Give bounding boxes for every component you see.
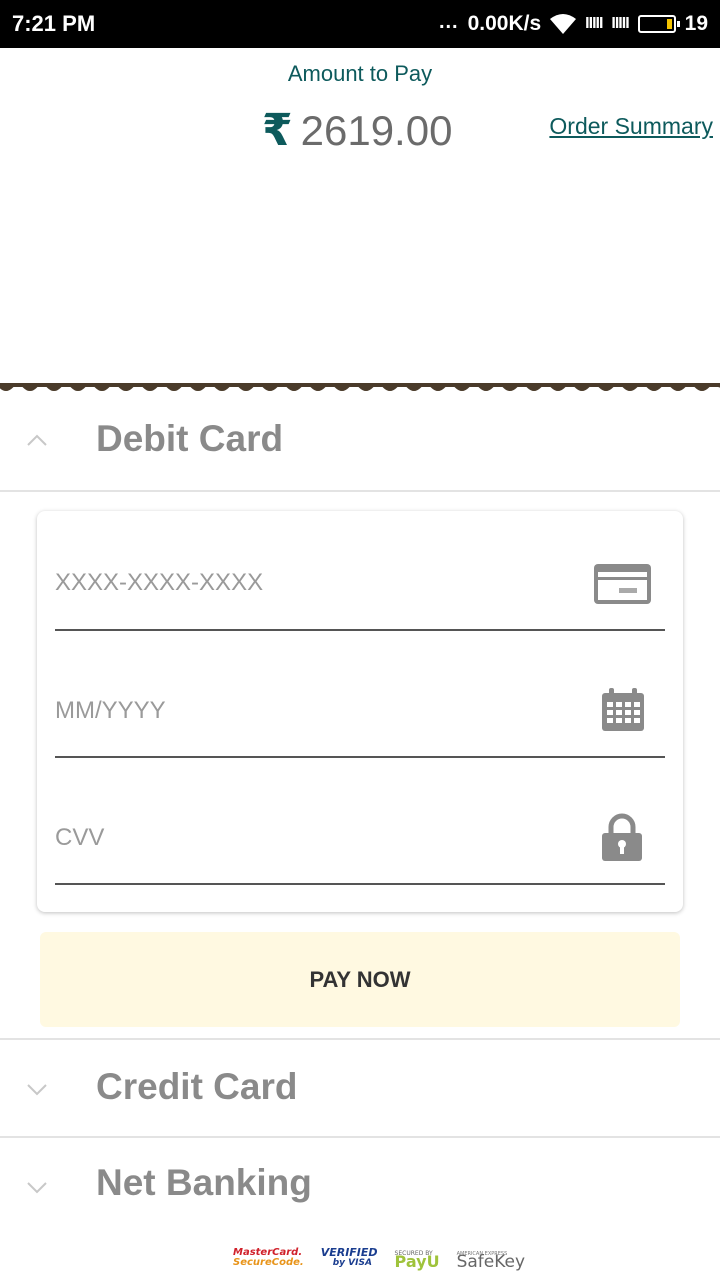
cvv-input[interactable]: CVV xyxy=(55,824,104,852)
amount-display: ₹ 2619.00 xyxy=(262,105,452,156)
wifi-icon xyxy=(550,14,577,34)
net-banking-title: Net Banking xyxy=(96,1162,312,1203)
payu-logo: SECURED BY PayU xyxy=(394,1250,440,1271)
expiry-underline xyxy=(55,756,665,758)
lock-icon xyxy=(602,813,642,861)
signal-strength-1: IIIII xyxy=(585,15,603,32)
status-indicators: ... 0.00K/s IIIII IIIII 19 xyxy=(430,11,708,37)
net-banking-header[interactable]: Net Banking xyxy=(0,1138,720,1234)
pay-now-button[interactable]: PAY NOW xyxy=(40,932,680,1027)
debit-card-form: XXXX-XXXX-XXXX MM/YYYY CVV xyxy=(37,511,683,912)
verified-by-visa-logo: VERIFIED by VISA xyxy=(320,1246,378,1268)
battery-level: 19 xyxy=(684,12,708,35)
chevron-down-icon xyxy=(27,1182,47,1194)
notification-dots: ... xyxy=(438,10,459,33)
status-bar: 7:21 PM ... 0.00K/s IIIII IIIII 19 xyxy=(0,0,720,48)
credit-card-title: Credit Card xyxy=(96,1066,298,1107)
chevron-up-icon xyxy=(27,434,47,446)
network-speed: 0.00K/s xyxy=(467,12,542,35)
credit-card-header[interactable]: Credit Card xyxy=(0,1038,720,1138)
cvv-underline xyxy=(55,883,665,885)
amount-label: Amount to Pay xyxy=(287,61,433,86)
battery-icon xyxy=(637,15,680,33)
debit-card-header[interactable]: Debit Card xyxy=(0,396,720,492)
status-time: 7:21 PM xyxy=(12,11,96,36)
mastercard-securecode-logo: MasterCard. SecureCode. xyxy=(233,1247,304,1268)
chevron-down-icon xyxy=(27,1084,47,1096)
debit-card-title: Debit Card xyxy=(96,418,284,459)
expiry-input[interactable]: MM/YYYY xyxy=(55,697,166,725)
card-number-underline xyxy=(55,629,665,631)
calendar-icon xyxy=(602,688,644,731)
signal-strength-2: IIIII xyxy=(611,15,629,32)
amex-safekey-logo: AMERICAN EXPRESS SafeKey xyxy=(456,1251,526,1272)
amount-value: 2619.00 xyxy=(300,106,453,154)
security-badges: MasterCard. SecureCode. VERIFIED by VISA S… xyxy=(233,1246,542,1272)
wavy-divider xyxy=(0,383,720,391)
rupee-icon: ₹ xyxy=(262,106,293,155)
credit-card-icon xyxy=(594,564,651,604)
order-summary-link[interactable]: Order Summary xyxy=(549,113,713,140)
card-number-input[interactable]: XXXX-XXXX-XXXX xyxy=(55,569,263,597)
